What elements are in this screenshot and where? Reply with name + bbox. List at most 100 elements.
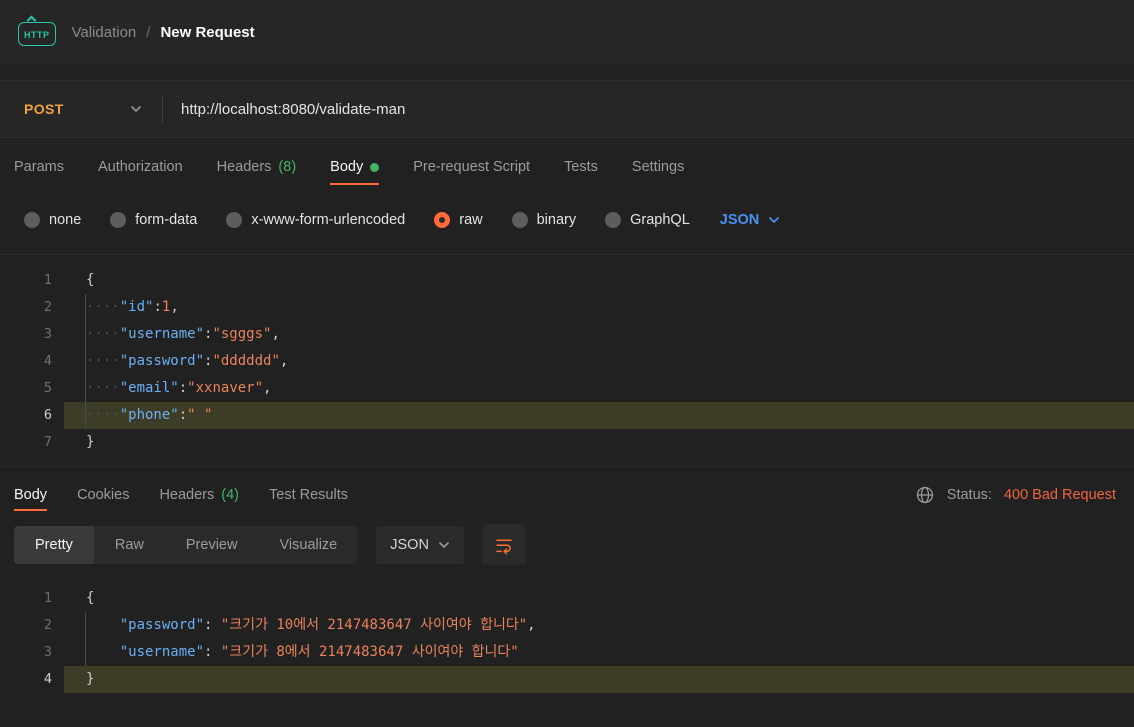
response-tab-headers[interactable]: Headers (4) <box>159 467 239 522</box>
code-token-ws: ···· <box>86 299 120 315</box>
code-line-1[interactable]: 1{ <box>0 267 1134 294</box>
response-body-editor[interactable]: 1{2 "password": "크기가 10에서 2147483647 사이여… <box>0 577 1134 703</box>
code-token-punct: } <box>86 671 95 687</box>
request-tab-pre-request-script[interactable]: Pre-request Script <box>413 138 530 196</box>
radio-label: binary <box>536 212 577 228</box>
code-token-string: "dddddd" <box>212 353 280 369</box>
line-number: 2 <box>43 299 52 315</box>
code-token-punct: : <box>178 380 188 396</box>
tab-label: Params <box>14 159 64 175</box>
code-token-punct: : <box>204 617 221 633</box>
body-type-form-data[interactable]: form-data <box>110 212 197 228</box>
request-language-select[interactable]: JSON <box>720 212 781 228</box>
body-type-options: none form-data x-www-form-urlencoded raw bin… <box>24 212 690 228</box>
request-tab-params[interactable]: Params <box>14 138 64 196</box>
code-token-ws: ···· <box>86 380 120 396</box>
body-type-raw[interactable]: raw <box>434 212 483 228</box>
view-tab-raw[interactable]: Raw <box>94 526 165 564</box>
code-line-1[interactable]: 1{ <box>0 585 1134 612</box>
view-tab-pretty[interactable]: Pretty <box>14 525 94 564</box>
line-number: 7 <box>43 434 52 450</box>
status-label: Status: <box>946 486 992 503</box>
code-line-3[interactable]: 3 ····"username":"sgggs", <box>0 321 1134 348</box>
code-token-punct: : <box>204 644 221 660</box>
code-token-string: "sgggs" <box>212 326 272 342</box>
response-view-tabs: Pretty Raw Preview Visualize <box>14 525 359 564</box>
method-label: POST <box>24 101 64 117</box>
code-token-key: "email" <box>119 380 179 396</box>
tab-label: Body <box>330 159 364 175</box>
response-tab-test-results[interactable]: Test Results <box>269 467 348 522</box>
body-type-none[interactable]: none <box>24 212 81 228</box>
url-input[interactable] <box>163 81 1134 137</box>
code-token-punct: : <box>153 299 162 315</box>
breadcrumb-request-name[interactable]: New Request <box>160 24 254 41</box>
breadcrumb-collection[interactable]: Validation <box>72 24 137 41</box>
body-type-binary[interactable]: binary <box>511 212 577 228</box>
code-token-ws <box>86 644 120 660</box>
chevron-down-icon <box>131 106 141 112</box>
code-token-punct: { <box>86 272 95 288</box>
code-token-punct: : <box>178 407 188 423</box>
code-token-string: "크기가 8에서 2147483647 사이여야 합니다" <box>220 644 519 660</box>
response-language-label: JSON <box>390 536 429 553</box>
code-line-2[interactable]: 2 "password": "크기가 10에서 2147483647 사이여야 … <box>0 612 1134 639</box>
code-content: } <box>64 429 1134 456</box>
line-number: 1 <box>43 272 52 288</box>
view-tab-preview[interactable]: Preview <box>165 526 259 564</box>
code-content: { <box>64 585 1134 612</box>
body-type-graphql[interactable]: GraphQL <box>605 212 690 228</box>
code-line-2[interactable]: 2 ····"id":1, <box>0 294 1134 321</box>
request-tab-authorization[interactable]: Authorization <box>98 138 183 196</box>
code-token-ws: ···· <box>86 407 120 423</box>
code-token-key: "password" <box>119 617 205 633</box>
code-line-4[interactable]: 4 ····"password":"dddddd", <box>0 348 1134 375</box>
code-token-ws <box>86 617 120 633</box>
code-line-4[interactable]: 4} <box>0 666 1134 693</box>
response-tab-body[interactable]: Body <box>14 467 48 522</box>
code-token-key: "phone" <box>119 407 179 423</box>
request-body-editor[interactable]: 1{2 ····"id":1, 3 ····"username":"sgggs", 4 ·… <box>0 254 1134 466</box>
code-token-ws: ···· <box>86 353 120 369</box>
code-line-5[interactable]: 5 ····"email":"xxnaver", <box>0 375 1134 402</box>
line-number: 6 <box>43 407 52 423</box>
wrap-text-icon <box>496 538 512 554</box>
line-number: 2 <box>43 617 52 633</box>
request-tabs: Params Authorization Headers (8) Body Pre-req… <box>0 138 1134 196</box>
badge-label: HTTP <box>24 30 50 40</box>
response-language-select[interactable]: JSON <box>376 525 464 564</box>
tab-label: Headers <box>159 486 215 503</box>
request-tab-tests[interactable]: Tests <box>564 138 598 196</box>
response-tab-cookies[interactable]: Cookies <box>77 467 129 522</box>
wrap-text-button[interactable] <box>481 524 526 565</box>
code-token-key: "username" <box>119 644 205 660</box>
line-number: 4 <box>43 671 52 687</box>
status-value[interactable]: 400 Bad Request <box>1004 487 1116 503</box>
response-tabs: Body Cookies Headers (4) Test Results <box>14 467 348 522</box>
request-url-bar: POST <box>0 80 1134 138</box>
tab-label: Body <box>14 486 48 503</box>
badge-arrow-icon <box>26 15 37 26</box>
tab-label: Test Results <box>269 486 348 503</box>
code-token-string: " " <box>187 407 213 423</box>
request-tab-body[interactable]: Body <box>330 138 380 196</box>
http-request-type-icon: HTTP <box>18 15 56 46</box>
code-token-key: "username" <box>119 326 205 342</box>
request-tab-settings[interactable]: Settings <box>632 138 684 196</box>
body-type-x-www-form-urlencoded[interactable]: x-www-form-urlencoded <box>226 212 405 228</box>
body-type-row: none form-data x-www-form-urlencoded raw bin… <box>0 196 1134 254</box>
breadcrumb-separator: / <box>146 23 151 41</box>
globe-icon[interactable] <box>915 485 935 505</box>
code-content: "username": "크기가 8에서 2147483647 사이여야 합니다… <box>64 639 1134 666</box>
code-content: ····"password":"dddddd", <box>64 348 1134 375</box>
request-language-label: JSON <box>719 212 760 228</box>
request-tab-headers[interactable]: Headers (8) <box>217 138 297 196</box>
view-tab-visualize[interactable]: Visualize <box>258 526 358 564</box>
code-line-7[interactable]: 7} <box>0 429 1134 456</box>
app-header: HTTP Validation / New Request <box>0 0 1134 64</box>
code-line-6[interactable]: 6 ····"phone":" " <box>0 402 1134 429</box>
radio-label: form-data <box>135 212 198 228</box>
method-select[interactable]: POST <box>0 81 162 137</box>
code-line-3[interactable]: 3 "username": "크기가 8에서 2147483647 사이여야 합… <box>0 639 1134 666</box>
tab-count: (4) <box>221 486 239 503</box>
